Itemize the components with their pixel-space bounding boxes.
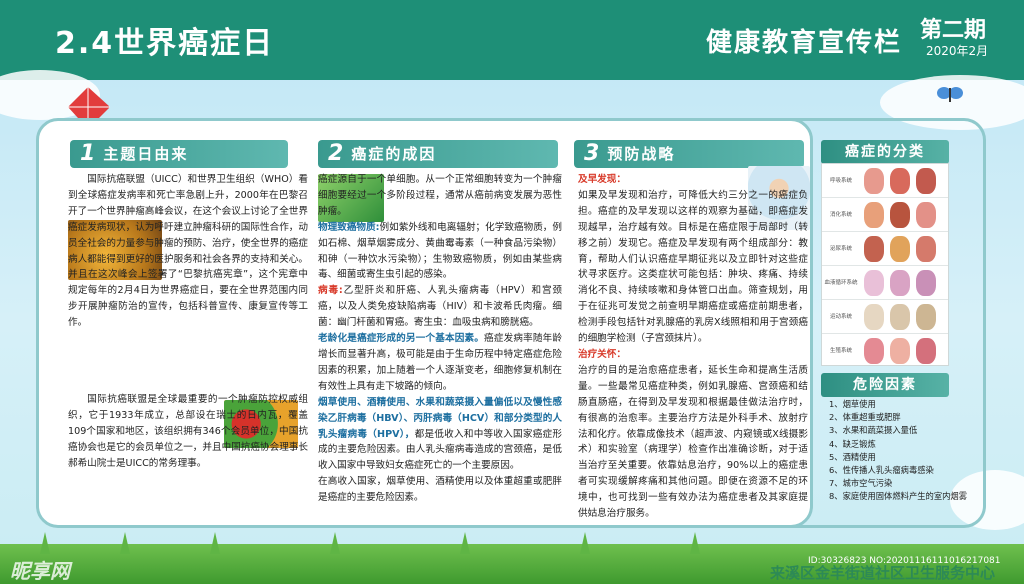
category-row: 呼吸系统 (822, 164, 948, 198)
category-row: 血液循环系统 (822, 266, 948, 300)
category-row: 运动系统 (822, 300, 948, 334)
category-row: 泌尿系统 (822, 232, 948, 266)
blood-cells-image (864, 270, 884, 296)
early-detection-text: 如果及早发现和治疗，可降低大约三分之一的癌症负担。癌症的及早发现以这样的观察为基… (578, 189, 808, 345)
category-label: 血液循环系统 (824, 280, 858, 286)
grass-blade (40, 532, 50, 554)
grass-blade (460, 532, 470, 554)
category-label: 消化系统 (829, 212, 852, 218)
liver-image (890, 202, 910, 228)
section-header-causes: 2 癌症的成因 (318, 140, 558, 168)
risk-factors-list: 1、烟草使用 2、体重超重或肥胖 3、水果和蔬菜摄入量低 4、缺乏锻炼 5、酒精… (829, 398, 969, 504)
risk-factors-header: 危险因素 (821, 373, 949, 397)
lung-image (916, 168, 936, 194)
watermark-logo: 昵享网 (10, 559, 70, 583)
risk-item: 4、缺乏锻炼 (829, 438, 876, 449)
grass-blade (690, 532, 700, 554)
risk-item: 2、体重超重或肥胖 (829, 412, 901, 423)
organization-name: 来溪区金羊街道社区卫生服务中心 (770, 564, 996, 582)
cancer-categories-header: 癌症的分类 (821, 140, 949, 164)
risk-item: 1、烟草使用 (829, 399, 876, 409)
section-number: 2 (328, 141, 344, 166)
grass-blade (210, 532, 220, 554)
early-detection-title: 及早发现： (578, 174, 626, 185)
uterus-image (864, 338, 884, 364)
blood-cells-image (890, 270, 910, 296)
risk-item: 5、酒精使用 (829, 451, 876, 462)
section-header-origin: 1 主题日由来 (70, 140, 288, 168)
colon-image (916, 202, 936, 228)
ovary-image (916, 338, 936, 364)
issue-date: 2020年2月 (926, 44, 989, 58)
cancer-categories-table: 呼吸系统 消化系统 泌尿系统 血液循环系统 运动系统 生殖系统 (821, 163, 949, 366)
section-header-prevention: 3 预防战略 (574, 140, 804, 168)
origin-paragraph-1: 国际抗癌联盟（UICC）和世界卫生组织（WHO）看到全球癌症发病率和死亡率急剧上… (68, 174, 308, 329)
section-title: 预防战略 (607, 145, 676, 163)
bone-image (890, 304, 910, 330)
section-title: 主题日由来 (103, 145, 189, 163)
grass-blade (120, 532, 130, 554)
breast-image (890, 338, 910, 364)
risk-item: 8、家庭使用固体燃料产生的室内烟雾 (829, 491, 968, 502)
category-row: 消化系统 (822, 198, 948, 232)
kidney-image (864, 236, 884, 262)
board-slogan: 健康教育宣传栏 (706, 28, 903, 58)
origin-paragraph-2: 国际抗癌联盟是全球最重要的一个肿瘤防控权威组织，它于1933年成立，总部设在瑞士… (68, 394, 308, 469)
bladder-image (890, 236, 910, 262)
causes-conclusion: 在高收入国家，烟草使用、酒精使用以及体重超重或肥胖是癌症的主要危险因素。 (318, 476, 562, 504)
grass-blade (330, 532, 340, 554)
virus-text: 乙型肝炎和肝癌、人乳头瘤病毒（HPV）和宫颈癌，以及人类免疫缺陷病毒（HIV）和… (318, 285, 562, 329)
prostate-image (916, 236, 936, 262)
risk-item: 6、性传播人乳头瘤病毒感染 (829, 465, 934, 476)
risk-item: 3、水果和蔬菜摄入量低 (829, 425, 918, 436)
category-row: 生殖系统 (822, 334, 948, 368)
category-label: 运动系统 (829, 314, 852, 320)
prevention-text: 及早发现： 如果及早发现和治疗，可降低大约三分之一的癌症负担。癌症的及早发现以这… (578, 172, 808, 517)
blood-cells-image (916, 270, 936, 296)
header-band: 2.4世界癌症日 健康教育宣传栏 第二期 2020年2月 (0, 0, 1024, 80)
section-number: 1 (80, 141, 96, 166)
category-label: 生殖系统 (829, 348, 852, 354)
physical-carcinogens-title: 物理致癌物质: (318, 221, 380, 233)
virus-title: 病毒: (318, 285, 343, 297)
category-label: 呼吸系统 (829, 178, 852, 184)
stomach-image (864, 202, 884, 228)
treatment-text: 治疗的目的是治愈癌症患者，延长生命和提高生活质量。一些最常见癌症种类，例如乳腺癌… (578, 364, 808, 517)
treatment-title: 治疗关怀： (578, 348, 626, 360)
bone-image (916, 304, 936, 330)
grass-blade (580, 532, 590, 554)
causes-intro: 癌症源自于一个单细胞。从一个正常细胞转变为一个肿瘤细胞要经过一个多阶段过程，通常… (318, 174, 562, 217)
butterfly-icon (937, 87, 963, 102)
category-label: 泌尿系统 (829, 246, 852, 252)
page-title: 2.4世界癌症日 (55, 26, 275, 61)
risk-item: 7、城市空气污染 (829, 478, 893, 489)
section-number: 3 (584, 141, 600, 166)
issue-number: 第二期 (920, 18, 987, 43)
aging-title: 老龄化是癌症形成的另一个基本因素。 (318, 333, 485, 345)
section-title: 癌症的成因 (351, 145, 437, 163)
lung-image (890, 168, 910, 194)
lung-image (864, 168, 884, 194)
bone-image (864, 304, 884, 330)
causes-text: 癌症源自于一个单细胞。从一个正常细胞转变为一个肿瘤细胞要经过一个多阶段过程，通常… (318, 172, 562, 517)
